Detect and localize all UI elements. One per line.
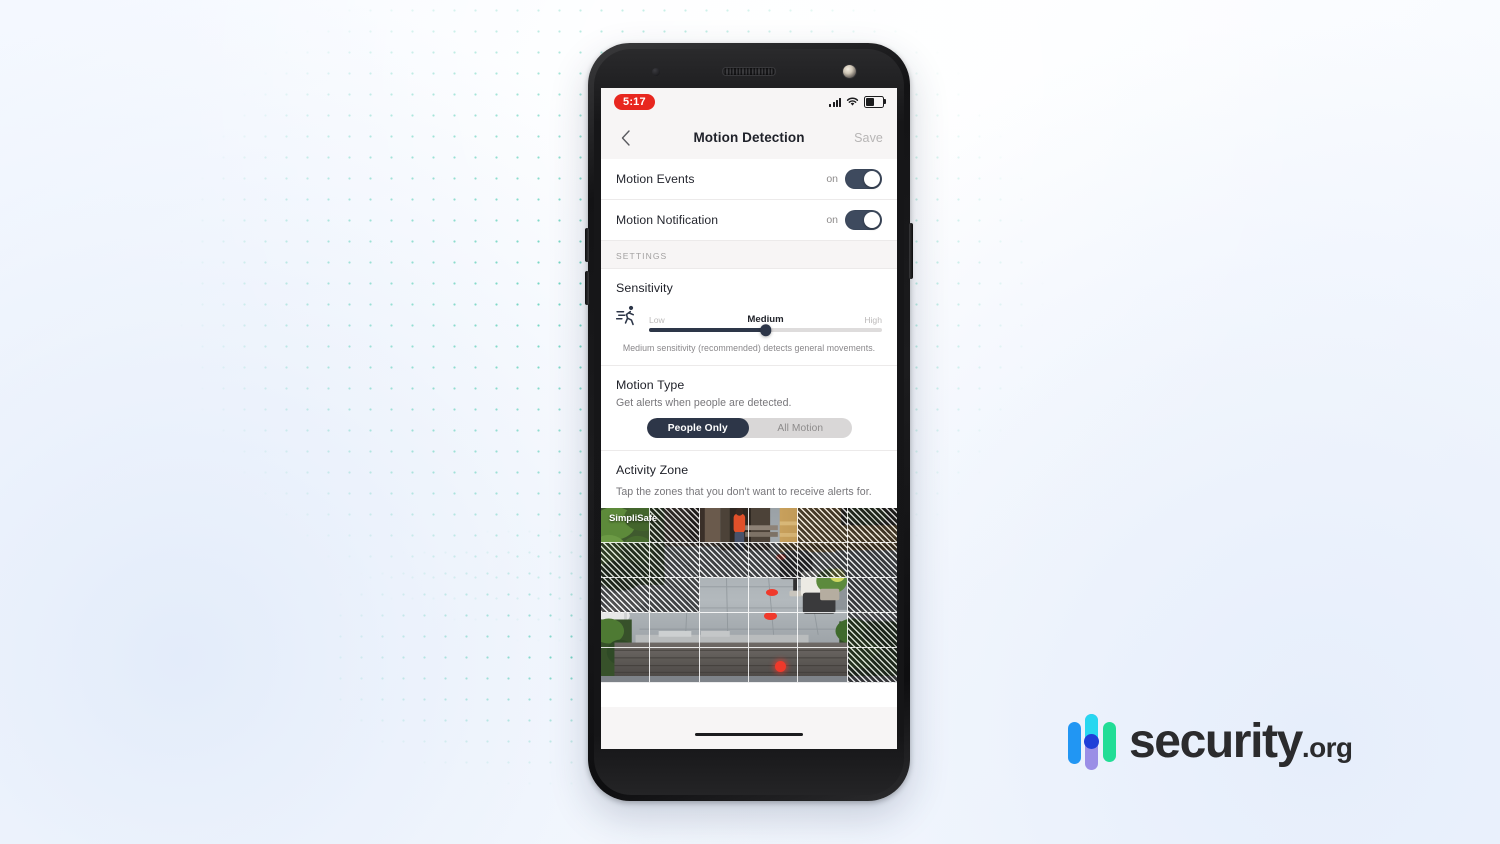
sensitivity-label-high: High: [864, 315, 882, 325]
sensitivity-label-low: Low: [649, 315, 665, 325]
power-button[interactable]: [909, 223, 913, 279]
activity-zone-cell[interactable]: [798, 648, 848, 683]
page-title: Motion Detection: [693, 130, 805, 145]
motion-notification-control: on: [826, 210, 882, 230]
phone-bottom-bezel: [594, 749, 904, 795]
sensitivity-title: Sensitivity: [616, 281, 673, 295]
navigation-bar: Motion Detection Save: [601, 116, 897, 159]
earpiece-speaker: [722, 67, 776, 76]
status-bar-icons: [829, 96, 887, 108]
motion-events-control: on: [826, 169, 882, 189]
toggle-knob: [863, 170, 881, 188]
front-camera-icon: [843, 65, 856, 78]
activity-zone-grid[interactable]: [601, 508, 897, 683]
activity-zone-cell[interactable]: [798, 543, 848, 578]
motion-notification-label: Motion Notification: [616, 213, 719, 227]
phone-screen: 5:17 Motion Detection Save Motion Events…: [601, 88, 897, 749]
activity-zone-cell[interactable]: [748, 648, 799, 683]
activity-zone-cell[interactable]: [847, 578, 897, 613]
sensitivity-track[interactable]: [649, 324, 882, 336]
row-motion-notification[interactable]: Motion Notification on: [601, 200, 897, 240]
motion-notification-toggle[interactable]: [845, 210, 882, 230]
camera-watermark: SimpliSafe: [609, 513, 658, 524]
motion-events-state-label: on: [826, 173, 838, 185]
sensitivity-note: Medium sensitivity (recommended) detects…: [622, 343, 876, 353]
sensitivity-slider-row: Low Medium High: [616, 304, 882, 336]
activity-zone-cell[interactable]: [847, 543, 897, 578]
sensitivity-track-fill: [649, 328, 766, 332]
activity-zone-cell[interactable]: [847, 613, 897, 648]
activity-zone-cell[interactable]: [798, 613, 848, 648]
activity-zone-title: Activity Zone: [616, 463, 689, 477]
signal-icon: [829, 97, 841, 107]
toggle-knob: [863, 211, 881, 229]
activity-zone-cell[interactable]: [650, 648, 700, 683]
segment-people-only[interactable]: People Only: [646, 418, 749, 438]
phone-top-bezel: [594, 49, 904, 88]
activity-zone-cell[interactable]: [847, 508, 897, 543]
activity-zone-cell[interactable]: [650, 613, 700, 648]
sensitivity-slider[interactable]: Low Medium High: [649, 313, 882, 336]
motion-events-toggle[interactable]: [845, 169, 882, 189]
activity-zone-cell[interactable]: [798, 578, 848, 613]
save-button[interactable]: Save: [854, 131, 883, 145]
segment-all-motion[interactable]: All Motion: [749, 418, 852, 438]
activity-zone-cell[interactable]: [699, 648, 749, 683]
activity-zone-cell[interactable]: [699, 578, 749, 613]
logo-dot-indigo: [1084, 734, 1099, 749]
activity-zone-cell[interactable]: [601, 578, 651, 613]
settings-section-header: SETTINGS: [601, 240, 897, 269]
activity-zone-cell[interactable]: [601, 613, 651, 648]
activity-zone-header: Activity Zone Tap the zones that you don…: [601, 451, 897, 508]
sensitivity-scale-labels: Low Medium High: [649, 313, 882, 325]
security-org-logo: security.org: [1068, 714, 1353, 770]
chevron-left-icon: [621, 129, 630, 146]
motion-type-segmented-control: People Only All Motion: [646, 418, 852, 438]
activity-zone-cell[interactable]: [748, 543, 799, 578]
proximity-sensor-icon: [652, 68, 660, 76]
activity-zone-cell[interactable]: [650, 508, 700, 543]
status-bar: 5:17: [601, 88, 897, 116]
battery-icon: [864, 96, 887, 108]
row-motion-events[interactable]: Motion Events on: [601, 159, 897, 200]
home-indicator-area: [601, 707, 897, 749]
status-bar-time: 5:17: [614, 94, 655, 110]
activity-zone-cell[interactable]: [847, 648, 897, 683]
phone-body: 5:17 Motion Detection Save Motion Events…: [594, 49, 904, 795]
toggle-rows-section: Motion Events on Motion Notification on: [601, 159, 897, 240]
activity-zone-cell[interactable]: [798, 508, 848, 543]
logo-tld: .org: [1301, 732, 1353, 763]
activity-zone-cell[interactable]: [748, 508, 799, 543]
phone-mockup: 5:17 Motion Detection Save Motion Events…: [585, 43, 913, 801]
activity-zone-cell[interactable]: [601, 648, 651, 683]
sensitivity-thumb[interactable]: [759, 324, 772, 336]
activity-zone-cell[interactable]: [601, 543, 651, 578]
running-person-icon: [616, 305, 635, 326]
volume-down-button[interactable]: [585, 271, 589, 305]
motion-type-section: Motion Type Get alerts when people are d…: [601, 366, 897, 451]
logo-bar-green: [1103, 722, 1116, 762]
motion-events-label: Motion Events: [616, 172, 695, 186]
activity-zone-cell[interactable]: [650, 543, 700, 578]
sensitivity-section: Sensitivity Low Medium High Medium sensi…: [601, 269, 897, 366]
logo-wordmark: security.org: [1129, 715, 1353, 768]
activity-zone-cell[interactable]: [699, 508, 749, 543]
activity-zone-subtitle: Tap the zones that you don't want to rec…: [616, 486, 872, 498]
activity-zone-cell[interactable]: [748, 578, 799, 613]
motion-type-title: Motion Type: [616, 378, 685, 392]
motion-type-subtitle: Get alerts when people are detected.: [616, 397, 792, 409]
wifi-icon: [846, 97, 859, 106]
motion-notification-state-label: on: [826, 214, 838, 226]
back-button[interactable]: [615, 128, 635, 148]
home-indicator[interactable]: [695, 732, 803, 736]
activity-zone-cell[interactable]: [699, 613, 749, 648]
activity-zone-cell[interactable]: [748, 613, 799, 648]
activity-zone-cell[interactable]: [650, 578, 700, 613]
logo-name: security: [1129, 715, 1303, 768]
activity-zone-camera-view: SimpliSafe: [601, 508, 897, 683]
logo-bars-icon: [1068, 714, 1116, 770]
volume-up-button[interactable]: [585, 228, 589, 262]
logo-bar-blue: [1068, 722, 1081, 764]
activity-zone-cell[interactable]: [699, 543, 749, 578]
